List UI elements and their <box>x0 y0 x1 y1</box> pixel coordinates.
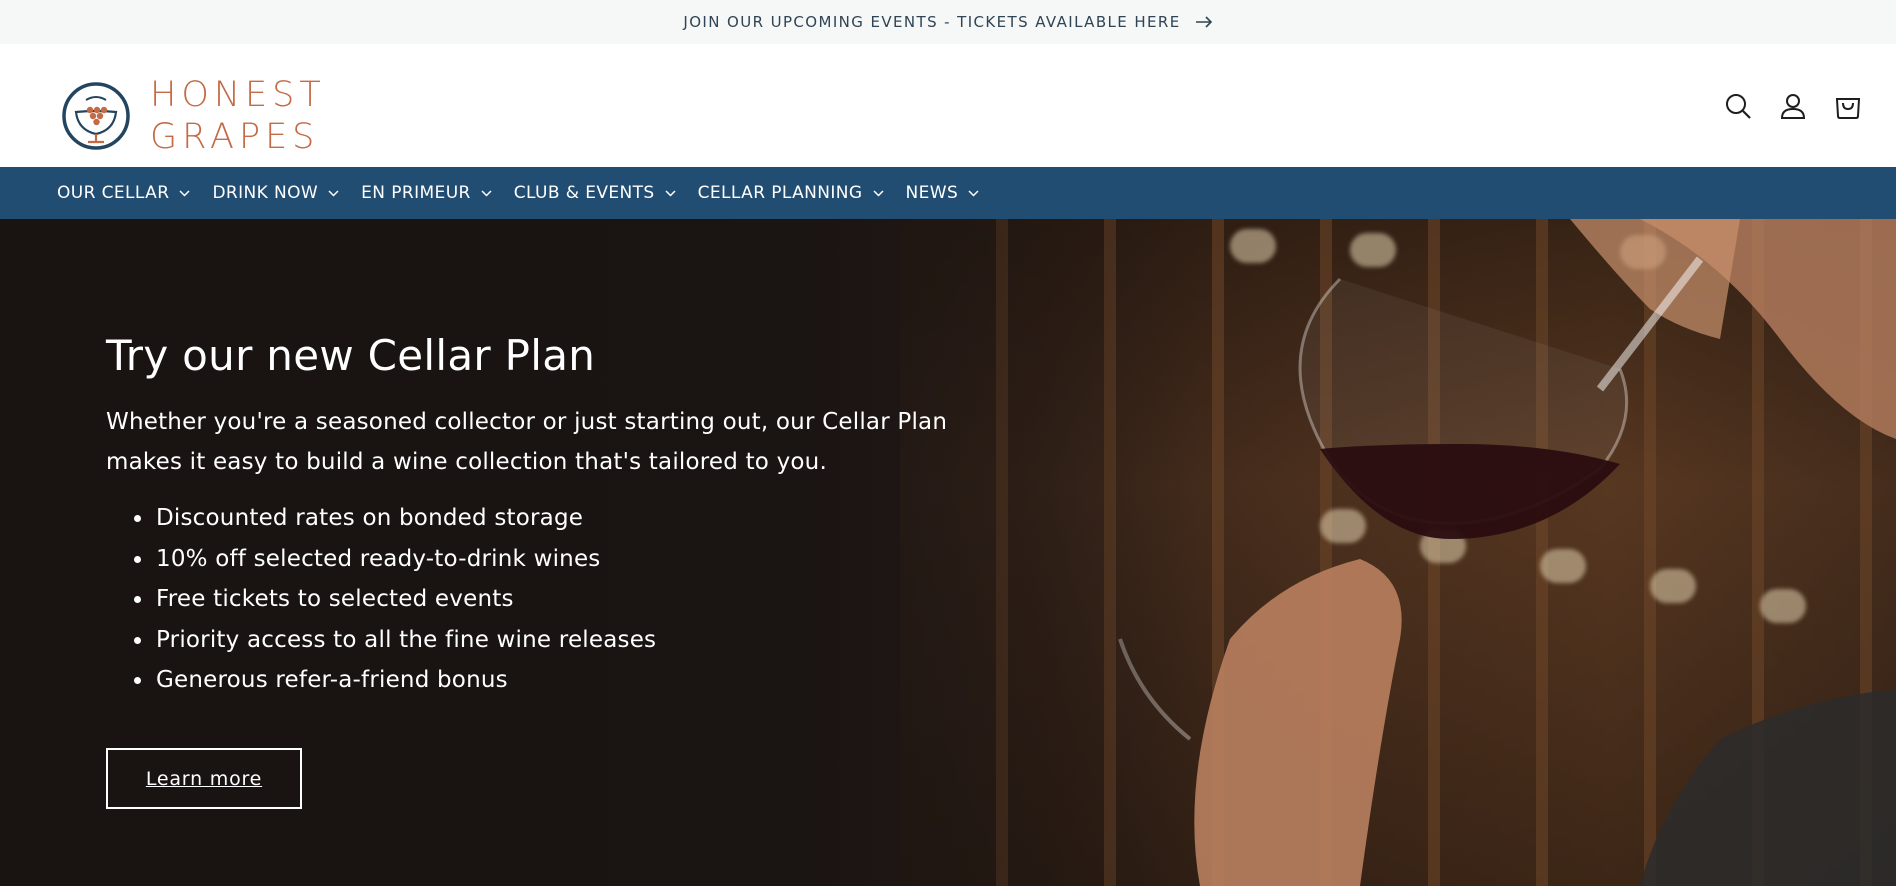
nav-item-club-events[interactable]: CLUB & EVENTS <box>514 183 676 203</box>
nav-item-cellar-planning[interactable]: CELLAR PLANNING <box>698 183 884 203</box>
list-item: Generous refer-a-friend bonus <box>132 660 1006 701</box>
list-item: 10% off selected ready-to-drink wines <box>132 539 1006 580</box>
announcement-text: JOIN OUR UPCOMING EVENTS - TICKETS AVAIL… <box>683 13 1181 31</box>
header-actions <box>1724 92 1862 120</box>
nav-item-label: EN PRIMEUR <box>361 183 471 203</box>
hero-banner: Try our new Cellar Plan Whether you're a… <box>0 219 1896 886</box>
account-icon[interactable] <box>1779 92 1807 120</box>
chevron-down-icon <box>328 189 339 197</box>
nav-item-label: NEWS <box>905 183 959 203</box>
chevron-down-icon <box>179 189 190 197</box>
chevron-down-icon <box>665 189 676 197</box>
nav-item-drink-now[interactable]: DRINK NOW <box>212 183 339 203</box>
logo-line-1: HONEST <box>150 75 326 115</box>
chevron-down-icon <box>481 189 492 197</box>
benefits-list: Discounted rates on bonded storage 10% o… <box>106 498 1006 701</box>
nav-item-label: CELLAR PLANNING <box>697 183 863 203</box>
list-item: Priority access to all the fine wine rel… <box>132 620 1006 661</box>
site-header: HONEST GRAPES <box>0 44 1896 167</box>
nav-item-label: OUR CELLAR <box>57 183 170 203</box>
logo-text: HONEST GRAPES <box>150 74 326 158</box>
announcement-link[interactable]: JOIN OUR UPCOMING EVENTS - TICKETS AVAIL… <box>683 13 1212 31</box>
hero-title: Try our new Cellar Plan <box>106 331 596 380</box>
main-nav: OUR CELLAR DRINK NOW EN PRIMEUR CLUB & E… <box>0 167 1896 219</box>
chevron-down-icon <box>872 189 884 197</box>
nav-item-en-primeur[interactable]: EN PRIMEUR <box>361 183 492 203</box>
announcement-bar: JOIN OUR UPCOMING EVENTS - TICKETS AVAIL… <box>0 0 1896 44</box>
logo-line-2: GRAPES <box>150 117 320 157</box>
wine-glass-illustration <box>1118 219 1896 886</box>
list-item: Free tickets to selected events <box>132 579 1006 620</box>
nav-item-news[interactable]: NEWS <box>906 183 980 203</box>
search-icon[interactable] <box>1724 92 1752 120</box>
learn-more-button[interactable]: Learn more <box>106 748 302 809</box>
hero-content: Try our new Cellar Plan Whether you're a… <box>106 331 1006 701</box>
logo[interactable]: HONEST GRAPES <box>60 74 326 158</box>
nav-item-label: CLUB & EVENTS <box>513 183 655 203</box>
cart-icon[interactable] <box>1834 92 1862 120</box>
hero-description: Whether you're a seasoned collector or j… <box>106 409 948 475</box>
grape-logo-icon <box>62 82 130 150</box>
arrow-right-icon <box>1195 16 1212 28</box>
nav-item-our-cellar[interactable]: OUR CELLAR <box>57 183 190 203</box>
nav-item-label: DRINK NOW <box>212 183 319 203</box>
list-item: Discounted rates on bonded storage <box>132 498 1006 539</box>
chevron-down-icon <box>968 189 979 197</box>
